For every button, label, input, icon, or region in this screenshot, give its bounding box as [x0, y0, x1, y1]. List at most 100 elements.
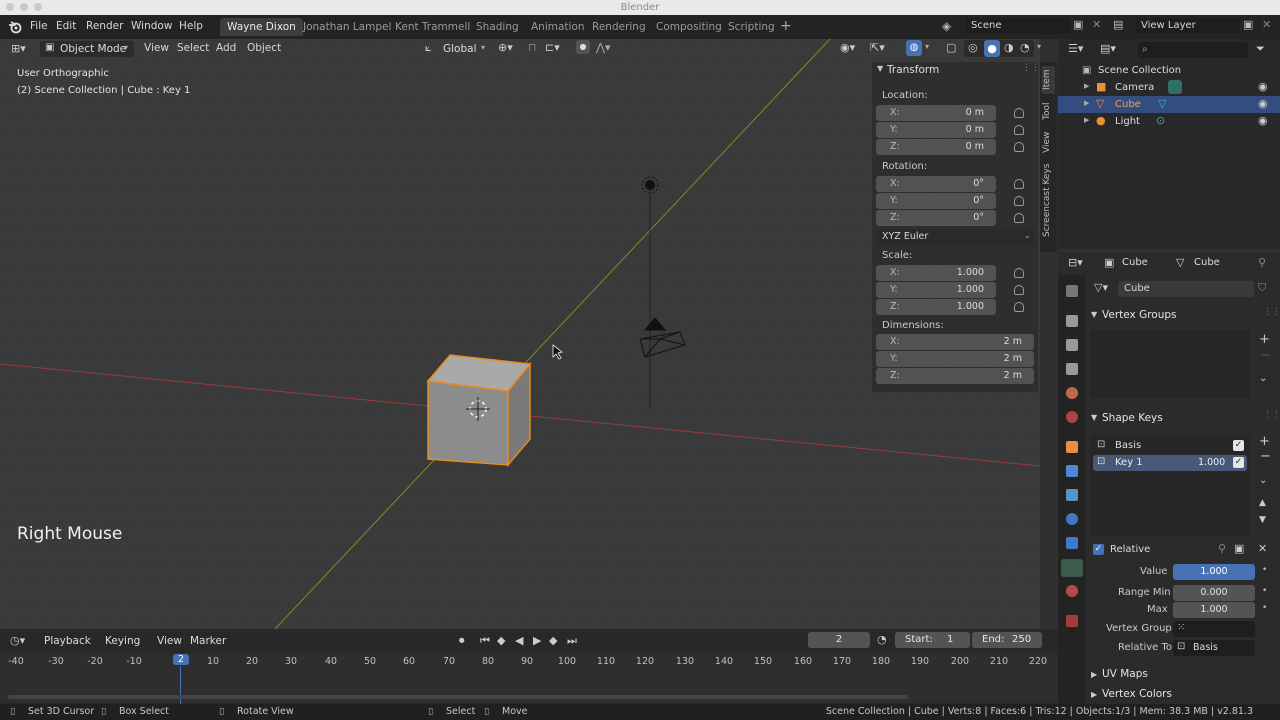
end-frame-field[interactable]: End: 250	[972, 632, 1042, 648]
delete-view-layer-icon[interactable]: ✕	[1262, 18, 1271, 31]
chevron-down-icon[interactable]: ▾	[925, 42, 929, 51]
vertex-group-selector[interactable]: ⁙	[1173, 621, 1255, 637]
panel-expand-icon[interactable]: ▶	[1091, 670, 1097, 679]
edit-mode-icon[interactable]: ▣	[1234, 542, 1244, 555]
play-icon[interactable]: ▶	[533, 634, 541, 647]
menu-object[interactable]: Object	[247, 42, 281, 54]
timeline-scrollbar[interactable]	[8, 695, 908, 699]
lock-icon[interactable]	[1014, 108, 1024, 118]
rendered-shading-icon[interactable]: ◔	[1020, 41, 1030, 54]
overlays-icon[interactable]: ◍	[906, 40, 922, 56]
location-y-field[interactable]: Y: 0 m	[876, 122, 996, 138]
rotation-x-field[interactable]: X: 0°	[876, 176, 996, 192]
lock-icon[interactable]	[1014, 142, 1024, 152]
pivot-point-icon[interactable]: ⊕▾	[498, 41, 513, 54]
modifier-tab-icon[interactable]	[1066, 465, 1078, 477]
add-workspace-icon[interactable]: +	[780, 18, 792, 34]
new-scene-icon[interactable]: ▣	[1073, 18, 1083, 31]
editor-type-icon[interactable]: ☰▾	[1068, 42, 1083, 55]
constraints-tab-icon[interactable]	[1066, 537, 1078, 549]
shape-key-mute-checkbox[interactable]: ✓	[1233, 457, 1244, 468]
panel-collapse-icon[interactable]: ▼	[1091, 310, 1097, 319]
shape-key-pin-icon[interactable]: ⚲	[1218, 542, 1226, 555]
panel-collapse-icon[interactable]: ▼	[1091, 413, 1097, 422]
view-layer-icon[interactable]: ▤	[1113, 18, 1123, 31]
shape-value-slider[interactable]: 1.000	[1173, 564, 1255, 580]
filter-icon[interactable]: ⏷	[1256, 42, 1265, 56]
snap-target-icon[interactable]: ⊏▾	[545, 41, 560, 54]
output-tab-icon[interactable]	[1066, 339, 1078, 351]
lock-icon[interactable]	[1014, 125, 1024, 135]
menu-edit[interactable]: Edit	[56, 20, 76, 32]
next-keyframe-icon[interactable]: ◆	[549, 634, 557, 647]
proportional-edit-icon[interactable]: ●	[576, 40, 590, 54]
current-frame-field[interactable]: 2	[808, 632, 870, 648]
menu-playback[interactable]: Playback	[44, 635, 91, 647]
rotation-z-field[interactable]: Z: 0°	[876, 210, 996, 226]
lock-icon[interactable]	[1014, 196, 1024, 206]
zoom-window-button[interactable]	[34, 3, 42, 11]
shape-key-mute-checkbox[interactable]: ✓	[1233, 440, 1244, 451]
relative-to-selector[interactable]: ⊡ Basis	[1173, 640, 1255, 656]
shape-keys-list[interactable]: ⊡ Basis ✓ ⊡ Key 1 1.000 ✓	[1090, 435, 1250, 535]
solid-shading-icon[interactable]: ●	[984, 40, 1000, 57]
vertex-colors-header[interactable]: Vertex Colors	[1102, 688, 1172, 700]
eye-icon[interactable]: ◉	[1258, 114, 1268, 127]
outliner-row-light[interactable]: ▶ ● Light ⊙ ◉	[1058, 113, 1280, 130]
dimensions-x-field[interactable]: X: 2 m	[876, 334, 1034, 350]
scene-icon[interactable]: ◈	[942, 19, 951, 33]
minimize-window-button[interactable]	[20, 3, 28, 11]
drag-handle-icon[interactable]: ⋮⋮	[1263, 307, 1280, 317]
snap-icon[interactable]: ⊓	[528, 41, 537, 54]
tab-screencast-keys[interactable]: Screencast Keys	[1042, 160, 1055, 240]
max-field[interactable]: 1.000	[1173, 602, 1255, 618]
gizmo-icon[interactable]: ⇱▾	[870, 41, 885, 54]
dimensions-z-field[interactable]: Z: 2 m	[876, 368, 1034, 384]
drag-handle-icon[interactable]: ⋮⋮	[1263, 410, 1280, 420]
view-layer-selector[interactable]: View Layer	[1136, 18, 1240, 34]
record-icon[interactable]: ⏺	[459, 634, 465, 648]
menu-help[interactable]: Help	[179, 20, 203, 32]
outliner-row-camera[interactable]: ▶ ■ Camera ◉	[1058, 79, 1280, 96]
close-window-button[interactable]	[6, 3, 14, 11]
range-min-field[interactable]: 0.000	[1173, 585, 1255, 601]
scale-z-field[interactable]: Z: 1.000	[876, 299, 996, 315]
blender-logo-icon[interactable]	[8, 20, 22, 34]
mesh-data-tab-icon[interactable]	[1061, 559, 1083, 577]
menu-marker[interactable]: Marker	[190, 635, 226, 647]
editor-type-icon[interactable]: ◷▾	[10, 634, 25, 647]
falloff-icon[interactable]: ⋀▾	[596, 41, 611, 54]
prev-keyframe-icon[interactable]: ◆	[497, 634, 505, 647]
workspace-tab[interactable]: Jonathan Lampel	[296, 18, 398, 36]
specials-menu-icon[interactable]: ⌄	[1259, 373, 1267, 384]
outliner-row-cube[interactable]: ▶ ▽ Cube ▽ ◉	[1058, 96, 1280, 113]
keyframe-dot-icon[interactable]: •	[1262, 565, 1267, 575]
vertex-groups-header[interactable]: Vertex Groups	[1102, 309, 1177, 321]
xray-icon[interactable]: ▢	[946, 41, 956, 54]
tab-item[interactable]: Item	[1042, 66, 1055, 94]
lock-icon[interactable]	[1014, 179, 1024, 189]
material-shading-icon[interactable]: ◑	[1004, 41, 1014, 54]
view-layer-tab-icon[interactable]	[1066, 363, 1078, 375]
pin-icon[interactable]: ⚲	[1258, 256, 1266, 269]
scene-tab-icon[interactable]	[1066, 387, 1078, 399]
shape-key-row[interactable]: ⊡ Basis ✓	[1093, 438, 1247, 454]
scene-selector[interactable]: Scene	[966, 18, 1070, 34]
clear-shape-keys-icon[interactable]: ✕	[1258, 542, 1267, 555]
cube-object[interactable]	[426, 354, 532, 468]
menu-select[interactable]: Select	[177, 42, 209, 54]
relative-checkbox[interactable]: ✓	[1093, 544, 1104, 555]
vertex-groups-list[interactable]	[1090, 330, 1250, 398]
world-tab-icon[interactable]	[1066, 411, 1078, 423]
outliner-search-input[interactable]: ⌕	[1138, 42, 1248, 58]
lock-icon[interactable]	[1014, 285, 1024, 295]
location-x-field[interactable]: X: 0 m	[876, 105, 996, 121]
physics-tab-icon[interactable]	[1066, 513, 1078, 525]
move-up-icon[interactable]: ▲	[1259, 498, 1266, 508]
menu-file[interactable]: File	[30, 20, 48, 32]
visibility-icon[interactable]: ◉▾	[840, 41, 855, 54]
remove-shape-key-icon[interactable]: −	[1260, 449, 1271, 464]
eye-icon[interactable]: ◉	[1258, 97, 1268, 110]
workspace-tab[interactable]: Scripting	[721, 18, 782, 36]
chevron-down-icon[interactable]: ▾	[1037, 42, 1041, 51]
